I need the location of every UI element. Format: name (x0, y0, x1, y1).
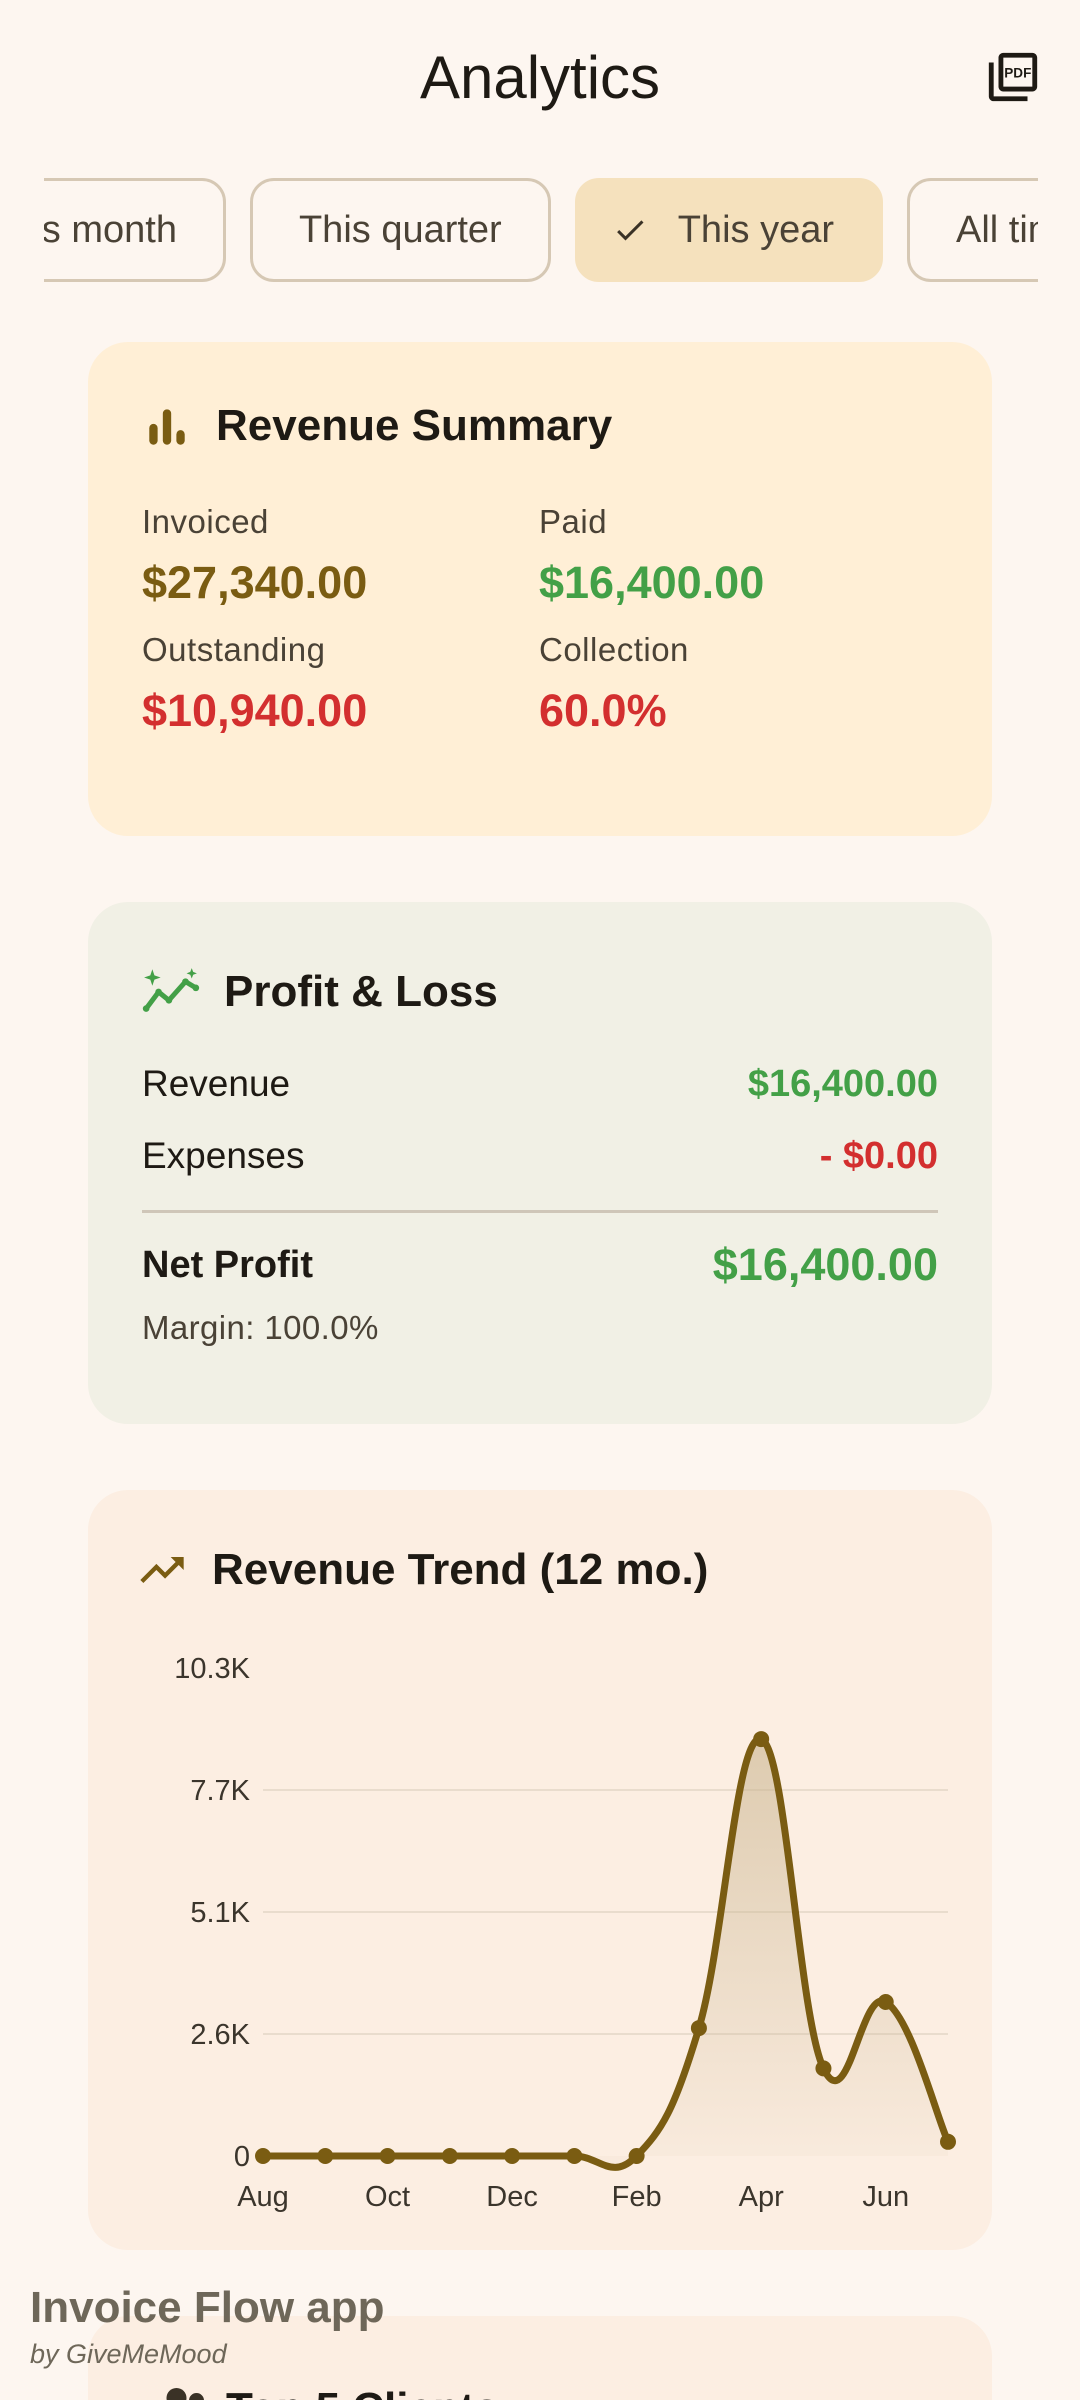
paid-label: Paid (539, 503, 608, 540)
data-point (690, 2020, 707, 2037)
x-tick-label: Apr (739, 2181, 784, 2213)
revenue-trend-chart: 0 2.6K 5.1K 7.7K 10.3K Aug Oct Dec Feb Apr Jun (174, 1653, 956, 2213)
trend-area (263, 1738, 948, 2168)
filter-chip-label: This year (677, 208, 834, 251)
paid-metric: Paid $16,400.00 (539, 502, 936, 610)
watermark-subtitle: by GiveMeMood (30, 2339, 227, 2369)
trending-up-icon (140, 1557, 184, 1583)
y-tick-label: 0 (234, 2141, 250, 2173)
expenses-value: - $0.00 (819, 1135, 938, 1177)
period-filter-bar: This month This quarter This year All ti… (44, 178, 1038, 284)
x-tick-label: Oct (365, 2181, 410, 2213)
revenue-label: Revenue (142, 1063, 291, 1104)
y-tick-label: 5.1K (190, 1897, 250, 1929)
data-point (877, 1994, 894, 2011)
collection-label: Collection (539, 631, 689, 668)
net-profit-label: Net Profit (142, 1244, 313, 1286)
expenses-row: Expenses - $0.00 (142, 1132, 938, 1180)
net-profit-row: Net Profit $16,400.00 (142, 1241, 938, 1289)
collection-metric: Collection 60.0% (539, 630, 936, 738)
filter-chip-all-time[interactable]: All time (907, 178, 1038, 282)
pdf-export-button[interactable]: PDF (982, 46, 1044, 108)
filter-chip-label: This month (44, 208, 177, 251)
y-tick-label: 2.6K (190, 2019, 250, 2051)
revenue-value: $16,400.00 (747, 1063, 938, 1105)
filter-chip-this-year[interactable]: This year (574, 178, 883, 282)
revenue-summary-title: Revenue Summary (216, 401, 613, 450)
revenue-summary-card: Revenue Summary Invoiced $27,340.00 Paid… (88, 342, 992, 836)
people-icon (166, 2388, 204, 2400)
data-point (379, 2148, 396, 2164)
outstanding-label: Outstanding (142, 631, 326, 668)
margin-text: Margin: 100.0% (142, 1309, 379, 1346)
revenue-trend-title: Revenue Trend (12 mo.) (212, 1545, 709, 1594)
net-profit-value: $16,400.00 (712, 1239, 938, 1290)
bar-chart-icon (149, 409, 185, 445)
watermark-title: Invoice Flow app (30, 2283, 385, 2332)
analytics-screen: Analytics PDF This month This quarter Th… (0, 0, 1080, 2400)
data-point (940, 2133, 956, 2150)
invoiced-metric: Invoiced $27,340.00 (142, 502, 539, 610)
x-tick-label: Feb (612, 2181, 662, 2213)
revenue-row: Revenue $16,400.00 (142, 1060, 938, 1108)
data-point (504, 2148, 521, 2164)
y-tick-label: 7.7K (190, 1775, 250, 1807)
svg-text:PDF: PDF (1004, 66, 1031, 81)
filter-chip-this-quarter[interactable]: This quarter (249, 178, 551, 282)
filter-chip-label: This quarter (298, 208, 502, 251)
filter-chip-this-month[interactable]: This month (44, 178, 226, 282)
outstanding-value: $10,940.00 (142, 685, 368, 736)
pnl-divider (142, 1210, 938, 1213)
data-point (815, 2060, 832, 2077)
data-point (441, 2148, 458, 2164)
data-point (255, 2148, 271, 2164)
check-icon (612, 212, 648, 248)
data-point (317, 2148, 334, 2164)
data-point (566, 2148, 583, 2164)
page-title: Analytics (419, 44, 661, 111)
invoiced-value: $27,340.00 (142, 557, 368, 608)
x-tick-label: Jun (862, 2181, 909, 2213)
profit-loss-title: Profit & Loss (224, 967, 498, 1016)
expenses-label: Expenses (142, 1135, 305, 1176)
watermark: Invoice Flow app by GiveMeMood (30, 2282, 385, 2372)
y-tick-label: 10.3K (174, 1653, 250, 1685)
invoiced-label: Invoiced (142, 503, 269, 540)
revenue-trend-card: 0 2.6K 5.1K 7.7K 10.3K Aug Oct Dec Feb Apr Jun Re… (88, 1490, 992, 2250)
collection-value: 60.0% (539, 685, 667, 736)
top-clients-title: Top 5 Clients (226, 2384, 499, 2400)
filter-chip-label: All time (956, 208, 1038, 251)
data-point (753, 1731, 770, 1748)
x-tick-label: Aug (237, 2181, 289, 2213)
pdf-export-icon: PDF (988, 52, 1038, 102)
paid-value: $16,400.00 (539, 557, 765, 608)
data-point (628, 2148, 645, 2164)
x-tick-label: Dec (486, 2181, 538, 2213)
profit-loss-card: Profit & Loss Revenue $16,400.00 Expense… (88, 902, 992, 1424)
outstanding-metric: Outstanding $10,940.00 (142, 630, 539, 738)
sparkle-trend-icon (142, 968, 200, 1012)
